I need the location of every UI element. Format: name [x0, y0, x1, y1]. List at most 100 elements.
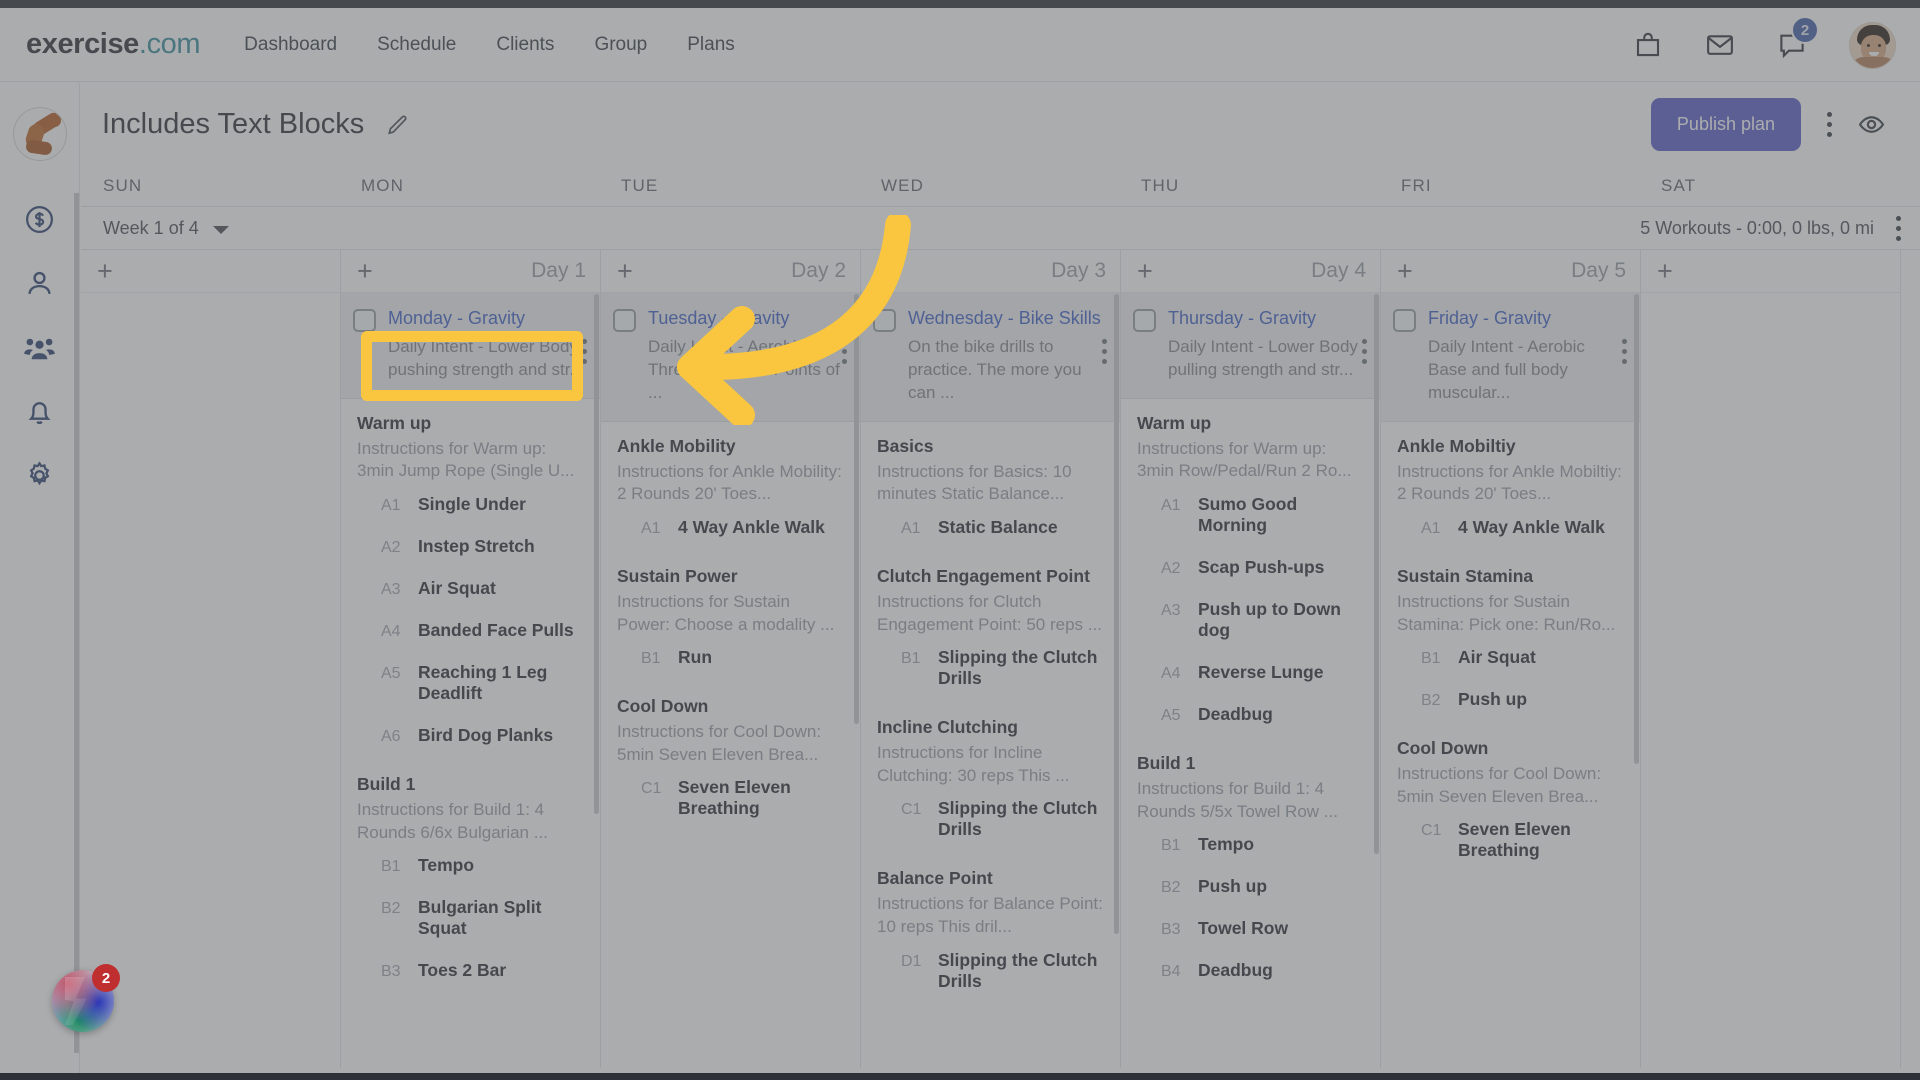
workout-checkbox[interactable] [873, 309, 896, 332]
sidebar-item-group[interactable] [23, 331, 56, 364]
workout-checkbox[interactable] [353, 309, 376, 332]
workout-title[interactable]: Friday - Gravity [1428, 307, 1551, 332]
exercise-row[interactable]: B2 Push up [1137, 865, 1366, 907]
sidebar-scrollbar[interactable] [74, 193, 79, 1053]
exercise-row[interactable]: B1 Tempo [1137, 823, 1366, 865]
workout-block[interactable]: Cool Down Instructions for Cool Down: 5mi… [601, 682, 860, 833]
exercise-row[interactable]: B1 Tempo [357, 844, 586, 886]
exercise-row[interactable]: B3 Toes 2 Bar [357, 949, 586, 991]
week-more-options-button[interactable] [1894, 213, 1902, 243]
exercise-row[interactable]: A2 Scap Push-ups [1137, 546, 1366, 588]
add-workout-button[interactable]: + [1657, 257, 1673, 285]
exercise-row[interactable]: A5 Reaching 1 Leg Deadlift [357, 651, 586, 714]
exercise-row[interactable]: C1 Seven Eleven Breathing [1397, 808, 1626, 871]
workout-card[interactable]: Monday - Gravity Daily Intent - Lower Bod… [341, 293, 600, 399]
workout-title[interactable]: Wednesday - Bike Skills [908, 307, 1101, 332]
workout-block[interactable]: Warm up Instructions for Warm up: 3min Ju… [341, 399, 600, 760]
exercise-row[interactable]: A1 Single Under [357, 483, 586, 525]
brand-logo[interactable]: exercise.com [26, 28, 201, 61]
exercise-row[interactable]: A1 4 Way Ankle Walk [1397, 506, 1626, 548]
workout-block[interactable]: Cool Down Instructions for Cool Down: 5mi… [1381, 724, 1640, 875]
nav-link-dashboard[interactable]: Dashboard [244, 34, 337, 56]
workout-more-options-button[interactable] [1360, 339, 1368, 364]
workout-card[interactable]: Friday - Gravity Daily Intent - Aerobic B… [1381, 293, 1640, 422]
preview-eye-icon[interactable] [1857, 110, 1886, 139]
workout-more-options-button[interactable] [1100, 339, 1108, 364]
exercise-row[interactable]: A1 Sumo Good Morning [1137, 483, 1366, 546]
exercise-row[interactable]: D1 Slipping the Clutch Drills [877, 939, 1106, 1002]
exercise-row[interactable]: B2 Bulgarian Split Squat [357, 886, 586, 949]
exercise-row[interactable]: B1 Slipping the Clutch Drills [877, 636, 1106, 699]
workout-block[interactable]: Ankle Mobiltiy Instructions for Ankle Mob… [1381, 422, 1640, 552]
nav-link-schedule[interactable]: Schedule [377, 34, 456, 56]
exercise-row[interactable]: B4 Deadbug [1137, 949, 1366, 991]
exercise-row[interactable]: A3 Air Squat [357, 567, 586, 609]
column-scrollbar[interactable] [1374, 294, 1379, 854]
nav-link-group[interactable]: Group [594, 34, 647, 56]
exercise-row[interactable]: A1 Static Balance [877, 506, 1106, 548]
publish-plan-button[interactable]: Publish plan [1650, 98, 1801, 151]
workout-card[interactable]: Tuesday - Gravity Daily Intent - Aerobic … [601, 293, 860, 422]
exercise-row[interactable]: B2 Push up [1397, 678, 1626, 720]
shopping-bag-icon[interactable] [1633, 30, 1663, 60]
workout-block[interactable]: Basics Instructions for Basics: 10 minute… [861, 422, 1120, 552]
workout-block[interactable]: Warm up Instructions for Warm up: 3min Ro… [1121, 399, 1380, 739]
block-title: Build 1 [1137, 753, 1196, 774]
workout-card[interactable]: Thursday - Gravity Daily Intent - Lower B… [1121, 293, 1380, 399]
exercise-row[interactable]: A3 Push up to Down dog [1137, 588, 1366, 651]
exercise-row[interactable]: B1 Run [617, 636, 846, 678]
exercise-row[interactable]: C1 Slipping the Clutch Drills [877, 787, 1106, 850]
workout-block[interactable]: Build 1 Instructions for Build 1: 4 Round… [341, 760, 600, 995]
workout-more-options-button[interactable] [840, 339, 848, 364]
add-workout-button[interactable]: + [97, 257, 113, 285]
exercise-row[interactable]: A4 Banded Face Pulls [357, 609, 586, 651]
chat-icon[interactable]: 2 [1777, 16, 1819, 60]
workout-checkbox[interactable] [1393, 309, 1416, 332]
workout-checkbox[interactable] [1133, 309, 1156, 332]
nav-link-plans[interactable]: Plans [687, 34, 735, 56]
workout-block[interactable]: Clutch Engagement Point Instructions for … [861, 552, 1120, 703]
sidebar-item-clients[interactable] [23, 267, 56, 300]
workout-block[interactable]: Sustain Power Instructions for Sustain Po… [601, 552, 860, 682]
column-scrollbar[interactable] [854, 294, 859, 724]
mail-icon[interactable] [1705, 30, 1735, 60]
trainer-logo-icon[interactable] [12, 107, 67, 161]
workout-block[interactable]: Sustain Stamina Instructions for Sustain … [1381, 552, 1640, 724]
nav-link-clients[interactable]: Clients [496, 34, 554, 56]
workout-card[interactable]: Wednesday - Bike Skills On the bike drill… [861, 293, 1120, 422]
exercise-row[interactable]: A4 Reverse Lunge [1137, 651, 1366, 693]
add-workout-button[interactable]: + [357, 257, 373, 285]
workout-more-options-button[interactable] [580, 339, 588, 364]
exercise-row[interactable]: A5 Deadbug [1137, 693, 1366, 735]
workout-block[interactable]: Incline Clutching Instructions for Inclin… [861, 703, 1120, 854]
workout-block[interactable]: Ankle Mobility Instructions for Ankle Mob… [601, 422, 860, 552]
column-scrollbar[interactable] [594, 294, 599, 814]
sidebar-item-billing[interactable] [23, 203, 56, 236]
avatar[interactable] [1849, 21, 1896, 69]
workout-block[interactable]: Balance Point Instructions for Balance Po… [861, 854, 1120, 1005]
week-selector[interactable]: Week 1 of 4 [103, 218, 229, 239]
add-workout-button[interactable]: + [1397, 257, 1413, 285]
column-scrollbar[interactable] [1114, 294, 1119, 934]
add-workout-button[interactable]: + [1137, 257, 1153, 285]
column-scrollbar[interactable] [1634, 294, 1639, 764]
exercise-row[interactable]: B3 Towel Row [1137, 907, 1366, 949]
exercise-row[interactable]: B1 Air Squat [1397, 636, 1626, 678]
plan-more-options-button[interactable] [1825, 110, 1833, 140]
workout-title[interactable]: Monday - Gravity [388, 307, 525, 332]
workout-title[interactable]: Tuesday - Gravity [648, 307, 789, 332]
sidebar-item-notifications[interactable] [23, 395, 56, 428]
workout-more-options-button[interactable] [1620, 339, 1628, 364]
add-workout-button[interactable]: + [617, 257, 633, 285]
sidebar-item-settings[interactable] [23, 459, 56, 492]
add-workout-button[interactable]: + [877, 257, 893, 285]
exercise-row[interactable]: A1 4 Way Ankle Walk [617, 506, 846, 548]
exercise-row[interactable]: A2 Instep Stretch [357, 525, 586, 567]
workout-title[interactable]: Thursday - Gravity [1168, 307, 1316, 332]
workout-checkbox[interactable] [613, 309, 636, 332]
exercise-row[interactable]: C1 Seven Eleven Breathing [617, 766, 846, 829]
workout-block[interactable]: Build 1 Instructions for Build 1: 4 Round… [1121, 739, 1380, 995]
assistant-widget[interactable]: 2 [52, 964, 120, 1032]
exercise-row[interactable]: A6 Bird Dog Planks [357, 714, 586, 756]
edit-pencil-icon[interactable] [385, 112, 411, 138]
